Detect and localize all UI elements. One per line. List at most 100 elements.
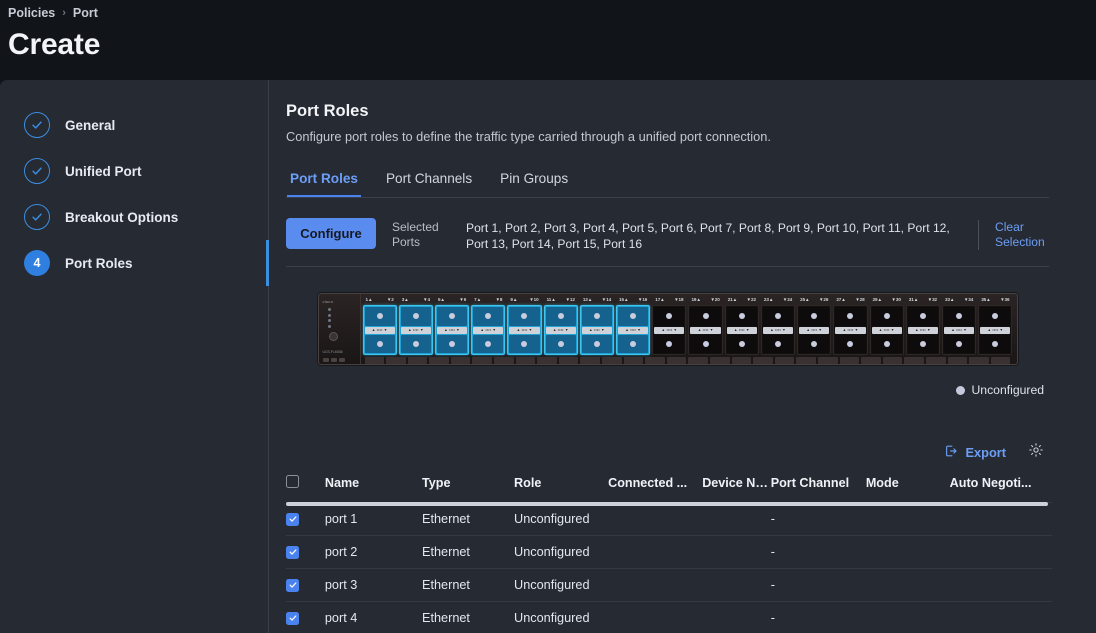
port-slot[interactable] (401, 307, 431, 326)
column-header-port-channel[interactable]: Port Channel (771, 475, 866, 503)
switch-chassis[interactable]: cisco UCS-FI-6536 1▲▼2▲ •••• ▼3▲▼4▲ ••••… (318, 293, 1018, 365)
export-button[interactable]: Export (944, 444, 1006, 461)
port-group[interactable]: 35▲▼36▲ •••• ▼ (978, 297, 1012, 355)
port-cage[interactable]: ▲ •••• ▼ (544, 305, 578, 355)
port-slot[interactable] (799, 335, 829, 354)
port-slot[interactable] (944, 307, 974, 326)
port-slot[interactable] (365, 307, 395, 326)
port-cage[interactable]: ▲ •••• ▼ (833, 305, 867, 355)
port-group[interactable]: 7▲▼8▲ •••• ▼ (471, 297, 505, 355)
tab-port-roles[interactable]: Port Roles (287, 171, 361, 197)
port-cage[interactable]: ▲ •••• ▼ (725, 305, 759, 355)
port-group[interactable]: 3▲▼4▲ •••• ▼ (399, 297, 433, 355)
port-slot[interactable] (437, 307, 467, 326)
port-slot[interactable] (727, 335, 757, 354)
port-group[interactable]: 11▲▼12▲ •••• ▼ (544, 297, 578, 355)
port-slot[interactable] (618, 335, 648, 354)
port-group[interactable]: 23▲▼24▲ •••• ▼ (761, 297, 795, 355)
port-group[interactable]: 27▲▼28▲ •••• ▼ (833, 297, 867, 355)
port-slot[interactable] (980, 335, 1010, 354)
clear-selection-link[interactable]: Clear Selection (995, 220, 1049, 250)
port-slot[interactable] (980, 307, 1010, 326)
port-slot[interactable] (908, 307, 938, 326)
column-header-type[interactable]: Type (422, 475, 514, 503)
sidebar-item-port-roles[interactable]: 4 Port Roles (0, 240, 269, 286)
port-cage[interactable]: ▲ •••• ▼ (652, 305, 686, 355)
table-row[interactable]: port 4EthernetUnconfigured- (286, 602, 1052, 633)
column-header-mode[interactable]: Mode (866, 475, 950, 503)
table-row[interactable]: port 1EthernetUnconfigured- (286, 503, 1052, 536)
select-all-checkbox[interactable] (286, 475, 299, 488)
port-group[interactable]: 9▲▼10▲ •••• ▼ (507, 297, 541, 355)
port-cage[interactable]: ▲ •••• ▼ (688, 305, 722, 355)
row-checkbox[interactable] (286, 513, 299, 526)
port-slot[interactable] (944, 335, 974, 354)
sidebar-item-breakout-options[interactable]: Breakout Options (0, 194, 269, 240)
port-group[interactable]: 21▲▼22▲ •••• ▼ (725, 297, 759, 355)
port-cage[interactable]: ▲ •••• ▼ (978, 305, 1012, 355)
port-slot[interactable] (473, 335, 503, 354)
port-slot[interactable] (618, 307, 648, 326)
port-cage[interactable]: ▲ •••• ▼ (616, 305, 650, 355)
sidebar-item-unified-port[interactable]: Unified Port (0, 148, 269, 194)
port-group[interactable]: 17▲▼18▲ •••• ▼ (652, 297, 686, 355)
column-header-device-number[interactable]: Device Num... (702, 475, 771, 503)
port-slot[interactable] (546, 307, 576, 326)
configure-button[interactable]: Configure (286, 218, 376, 249)
port-slot[interactable] (546, 335, 576, 354)
row-checkbox[interactable] (286, 579, 299, 592)
port-group[interactable]: 15▲▼16▲ •••• ▼ (616, 297, 650, 355)
horizontal-scrollbar[interactable] (286, 502, 1048, 506)
port-cage[interactable]: ▲ •••• ▼ (797, 305, 831, 355)
port-slot[interactable] (835, 307, 865, 326)
table-row[interactable]: port 3EthernetUnconfigured- (286, 569, 1052, 602)
row-checkbox[interactable] (286, 612, 299, 625)
port-slot[interactable] (509, 307, 539, 326)
port-slot[interactable] (908, 335, 938, 354)
port-slot[interactable] (799, 307, 829, 326)
port-slot[interactable] (365, 335, 395, 354)
port-cage[interactable]: ▲ •••• ▼ (906, 305, 940, 355)
sidebar-item-general[interactable]: General (0, 102, 269, 148)
port-cage[interactable]: ▲ •••• ▼ (761, 305, 795, 355)
port-cage[interactable]: ▲ •••• ▼ (870, 305, 904, 355)
breadcrumb-current[interactable]: Port (73, 6, 98, 20)
port-slot[interactable] (872, 335, 902, 354)
port-slot[interactable] (509, 335, 539, 354)
column-header-connected[interactable]: Connected ... (608, 475, 702, 503)
port-slot[interactable] (473, 307, 503, 326)
port-slot[interactable] (690, 307, 720, 326)
port-group[interactable]: 33▲▼34▲ •••• ▼ (942, 297, 976, 355)
row-checkbox[interactable] (286, 546, 299, 559)
port-group[interactable]: 5▲▼6▲ •••• ▼ (435, 297, 469, 355)
port-slot[interactable] (437, 335, 467, 354)
port-slot[interactable] (763, 335, 793, 354)
column-header-name[interactable]: Name (325, 475, 422, 503)
port-cage[interactable]: ▲ •••• ▼ (471, 305, 505, 355)
column-header-role[interactable]: Role (514, 475, 608, 503)
breadcrumb-root[interactable]: Policies (8, 6, 55, 20)
table-row[interactable]: port 2EthernetUnconfigured- (286, 536, 1052, 569)
port-group[interactable]: 1▲▼2▲ •••• ▼ (363, 297, 397, 355)
settings-button[interactable] (1028, 442, 1044, 463)
port-cage[interactable]: ▲ •••• ▼ (507, 305, 541, 355)
port-group[interactable]: 31▲▼32▲ •••• ▼ (906, 297, 940, 355)
port-slot[interactable] (690, 335, 720, 354)
port-group[interactable]: 25▲▼26▲ •••• ▼ (797, 297, 831, 355)
port-slot[interactable] (763, 307, 793, 326)
port-slot[interactable] (582, 335, 612, 354)
column-header-auto-negotiation[interactable]: Auto Negoti... (950, 475, 1052, 503)
port-slot[interactable] (582, 307, 612, 326)
port-group[interactable]: 29▲▼30▲ •••• ▼ (870, 297, 904, 355)
port-slot[interactable] (872, 307, 902, 326)
port-cage[interactable]: ▲ •••• ▼ (580, 305, 614, 355)
port-group[interactable]: 19▲▼20▲ •••• ▼ (688, 297, 722, 355)
port-cage[interactable]: ▲ •••• ▼ (435, 305, 469, 355)
port-cage[interactable]: ▲ •••• ▼ (363, 305, 397, 355)
tab-pin-groups[interactable]: Pin Groups (497, 171, 571, 197)
port-slot[interactable] (401, 335, 431, 354)
port-group[interactable]: 13▲▼14▲ •••• ▼ (580, 297, 614, 355)
port-slot[interactable] (654, 335, 684, 354)
port-slot[interactable] (835, 335, 865, 354)
port-cage[interactable]: ▲ •••• ▼ (942, 305, 976, 355)
